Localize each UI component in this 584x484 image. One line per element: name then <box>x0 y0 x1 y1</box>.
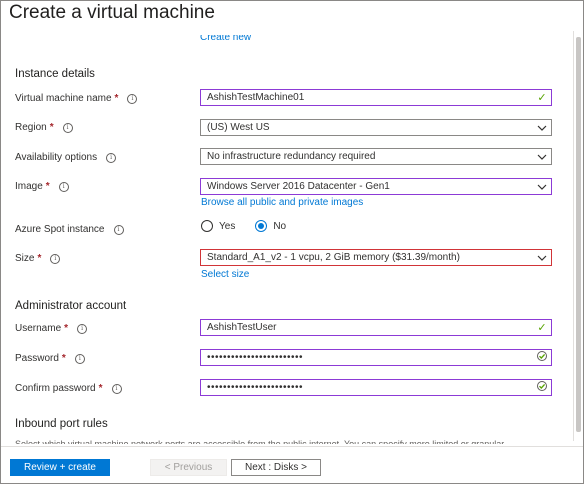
info-icon[interactable]: i <box>58 181 69 192</box>
password-value: •••••••••••••••••••••••• <box>207 352 304 363</box>
confirm-password-value: •••••••••••••••••••••••• <box>207 382 304 393</box>
vm-name-value: AshishTestMachine01 <box>207 92 305 103</box>
chevron-down-icon <box>533 154 551 160</box>
region-label-text: Region <box>15 122 47 133</box>
checkmark-icon: ✓ <box>537 92 547 104</box>
next-disks-button[interactable]: Next : Disks > <box>231 459 321 476</box>
instance-details-heading: Instance details <box>15 68 95 80</box>
info-icon[interactable]: i <box>106 152 117 163</box>
info-icon[interactable]: i <box>50 253 61 264</box>
image-label-text: Image <box>15 181 43 192</box>
spot-yes-radio[interactable] <box>201 220 213 232</box>
vm-name-label: Virtual machine name * i <box>15 93 138 104</box>
size-label-text: Size <box>15 253 35 264</box>
footer-bar: Review + create < Previous Next : Disks … <box>1 446 583 483</box>
password-input[interactable]: •••••••••••••••••••••••• <box>200 349 552 366</box>
required-marker: * <box>45 181 50 192</box>
password-key-icon[interactable] <box>533 350 551 365</box>
username-label: Username * i <box>15 323 88 334</box>
create-new-link[interactable]: Create new <box>200 35 251 43</box>
scrollbar-thumb[interactable] <box>576 37 581 432</box>
select-size-link[interactable]: Select size <box>201 269 249 280</box>
chevron-down-icon <box>533 125 551 131</box>
availability-label-text: Availability options <box>15 152 98 163</box>
spot-radio-group: Yes No <box>201 220 286 232</box>
username-input[interactable]: AshishTestUser ✓ <box>200 319 552 336</box>
required-marker: * <box>114 93 119 104</box>
required-marker: * <box>61 353 66 364</box>
checkmark-icon: ✓ <box>537 322 547 334</box>
info-icon[interactable]: i <box>113 224 124 235</box>
confirm-password-label-text: Confirm password <box>15 383 96 394</box>
image-label: Image * i <box>15 181 69 192</box>
admin-account-heading: Administrator account <box>15 300 127 312</box>
region-label: Region * i <box>15 122 73 133</box>
confirm-password-label: Confirm password * i <box>15 383 122 394</box>
required-marker: * <box>49 122 54 133</box>
info-icon[interactable]: i <box>62 122 73 133</box>
previous-button[interactable]: < Previous <box>150 459 227 476</box>
image-select[interactable]: Windows Server 2016 Datacenter - Gen1 <box>200 178 552 195</box>
spot-no-label: No <box>273 220 287 232</box>
vertical-scrollbar[interactable] <box>573 31 583 441</box>
required-marker: * <box>37 253 42 264</box>
info-icon[interactable]: i <box>74 353 85 364</box>
availability-value: No infrastructure redundancy required <box>207 151 376 162</box>
create-vm-blade: Create a virtual machine Create new Inst… <box>0 0 584 484</box>
password-label: Password * i <box>15 353 85 364</box>
vm-name-input[interactable]: AshishTestMachine01 ✓ <box>200 89 552 106</box>
spot-no-radio[interactable] <box>255 220 268 232</box>
password-label-text: Password <box>15 353 59 364</box>
image-value: Windows Server 2016 Datacenter - Gen1 <box>207 181 390 192</box>
required-marker: * <box>98 383 103 394</box>
confirm-password-input[interactable]: •••••••••••••••••••••••• <box>200 379 552 396</box>
spot-label-text: Azure Spot instance <box>15 224 105 235</box>
region-select[interactable]: (US) West US <box>200 119 552 136</box>
size-value: Standard_A1_v2 - 1 vcpu, 2 GiB memory ($… <box>207 252 460 263</box>
inbound-description: Select which virtual machine network por… <box>15 439 505 444</box>
chevron-down-icon <box>533 255 551 261</box>
vm-name-label-text: Virtual machine name <box>15 93 112 104</box>
availability-label: Availability options i <box>15 152 117 163</box>
info-icon[interactable]: i <box>111 383 122 394</box>
browse-images-link[interactable]: Browse all public and private images <box>201 197 363 208</box>
inbound-heading: Inbound port rules <box>15 418 108 430</box>
username-value: AshishTestUser <box>207 322 277 333</box>
size-select[interactable]: Standard_A1_v2 - 1 vcpu, 2 GiB memory ($… <box>200 249 552 266</box>
region-value: (US) West US <box>207 122 270 133</box>
info-icon[interactable]: i <box>77 323 88 334</box>
username-label-text: Username <box>15 323 62 334</box>
spot-yes-label: Yes <box>219 220 236 232</box>
form-scroll-area: Create new Instance details Virtual mach… <box>1 31 573 441</box>
size-label: Size * i <box>15 253 61 264</box>
availability-select[interactable]: No infrastructure redundancy required <box>200 148 552 165</box>
info-icon[interactable]: i <box>127 93 138 104</box>
chevron-down-icon <box>533 184 551 190</box>
page-title: Create a virtual machine <box>9 2 215 23</box>
review-create-button[interactable]: Review + create <box>10 459 110 476</box>
password-key-icon[interactable] <box>533 380 551 395</box>
required-marker: * <box>64 323 69 334</box>
spot-label: Azure Spot instance i <box>15 224 124 235</box>
